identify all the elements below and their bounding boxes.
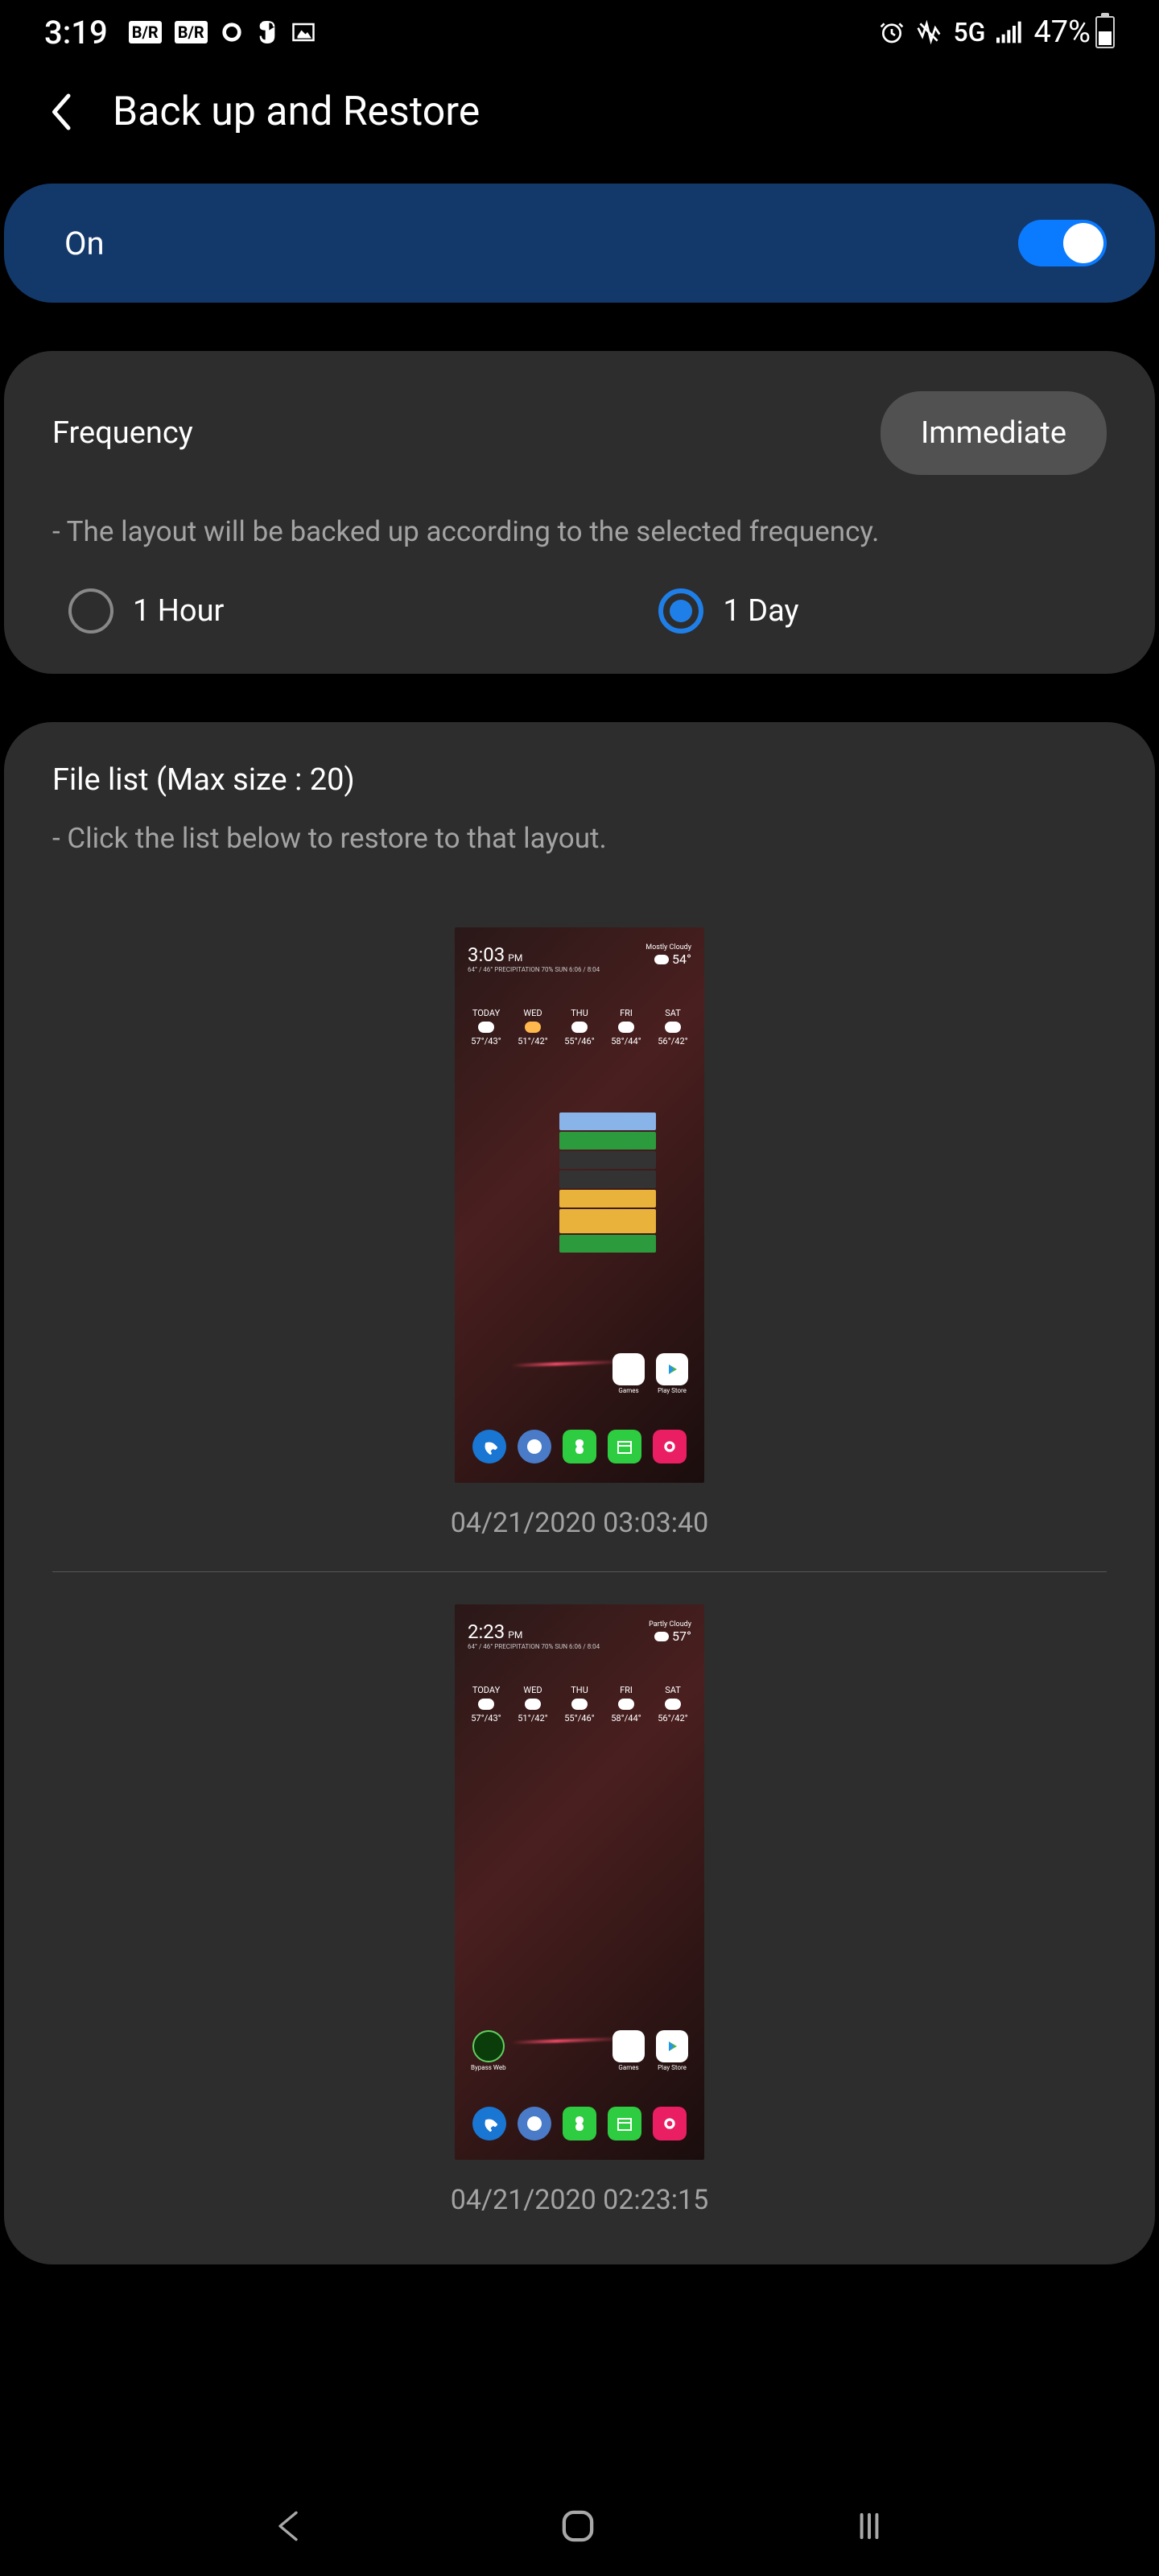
status-bar: 3:19 B/R B/R 5G 47% bbox=[0, 0, 1159, 64]
battery-percent: 47% bbox=[1033, 14, 1091, 50]
file-list-note: - Click the list below to restore to tha… bbox=[52, 822, 1107, 855]
radio-label: 1 Day bbox=[723, 593, 798, 629]
thumb-condition: Partly Cloudy bbox=[649, 1620, 691, 1629]
backup-item[interactable]: 3:03 PM 64° / 46° PRECIPITATION 70% SUN … bbox=[52, 895, 1107, 1572]
status-right: 5G 47% bbox=[879, 14, 1115, 50]
notification-icon bbox=[221, 21, 243, 43]
toggle-switch[interactable] bbox=[1018, 220, 1107, 266]
app-badge-2: B/R bbox=[175, 21, 208, 43]
thumb-time-suffix: PM bbox=[508, 1629, 522, 1641]
switch-knob bbox=[1063, 223, 1103, 263]
radio-icon bbox=[658, 588, 703, 634]
backup-toggle-row[interactable]: On bbox=[4, 184, 1155, 303]
thumb-time-suffix: PM bbox=[508, 952, 522, 964]
radio-label: 1 Hour bbox=[133, 593, 224, 629]
vibrate-icon bbox=[916, 19, 942, 45]
toggle-label: On bbox=[64, 225, 105, 262]
thumb-time: 3:03 bbox=[468, 943, 505, 966]
alarm-icon bbox=[879, 19, 905, 45]
image-icon bbox=[291, 20, 316, 44]
backup-thumbnail: 3:03 PM 64° / 46° PRECIPITATION 70% SUN … bbox=[455, 927, 704, 1483]
status-left: 3:19 B/R B/R bbox=[44, 14, 316, 52]
immediate-button[interactable]: Immediate bbox=[881, 391, 1107, 475]
thumb-temp: 57° bbox=[672, 1629, 691, 1644]
thumb-temp: 54° bbox=[672, 952, 691, 967]
radio-icon bbox=[68, 588, 113, 634]
file-list-title: File list (Max size : 20) bbox=[52, 762, 1107, 798]
backup-thumbnail: 2:23 PM 64° / 46° PRECIPITATION 70% SUN … bbox=[455, 1604, 704, 2160]
frequency-option-1-day[interactable]: 1 Day bbox=[658, 588, 798, 634]
frequency-card: Frequency Immediate - The layout will be… bbox=[4, 351, 1155, 674]
app-badge-1: B/R bbox=[129, 21, 162, 43]
frequency-options: 1 Hour 1 Day bbox=[52, 588, 1107, 634]
frequency-option-1-hour[interactable]: 1 Hour bbox=[68, 588, 224, 634]
status-time: 3:19 bbox=[44, 14, 108, 52]
network-label: 5G bbox=[953, 17, 985, 47]
thumb-condition: Mostly Cloudy bbox=[645, 943, 691, 952]
thumb-time: 2:23 bbox=[468, 1620, 505, 1643]
backup-timestamp: 04/21/2020 02:23:15 bbox=[451, 2184, 708, 2216]
nav-recents-button[interactable] bbox=[852, 2507, 887, 2549]
nav-bar bbox=[0, 2479, 1159, 2576]
frequency-label: Frequency bbox=[52, 415, 193, 451]
backup-item[interactable]: 2:23 PM 64° / 46° PRECIPITATION 70% SUN … bbox=[52, 1572, 1107, 2248]
file-list-card: File list (Max size : 20) - Click the li… bbox=[4, 722, 1155, 2264]
signal-icon bbox=[996, 21, 1022, 43]
file-list: 3:03 PM 64° / 46° PRECIPITATION 70% SUN … bbox=[52, 895, 1107, 2248]
battery-icon bbox=[1095, 16, 1115, 48]
header: Back up and Restore bbox=[0, 64, 1159, 184]
nav-home-button[interactable] bbox=[559, 2507, 597, 2549]
nav-back-button[interactable] bbox=[272, 2507, 304, 2549]
back-button[interactable] bbox=[48, 92, 72, 132]
frequency-note: - The layout will be backed up according… bbox=[52, 515, 1107, 548]
nyt-icon bbox=[256, 19, 278, 46]
page-title: Back up and Restore bbox=[113, 89, 480, 135]
backup-timestamp: 04/21/2020 03:03:40 bbox=[451, 1507, 708, 1539]
